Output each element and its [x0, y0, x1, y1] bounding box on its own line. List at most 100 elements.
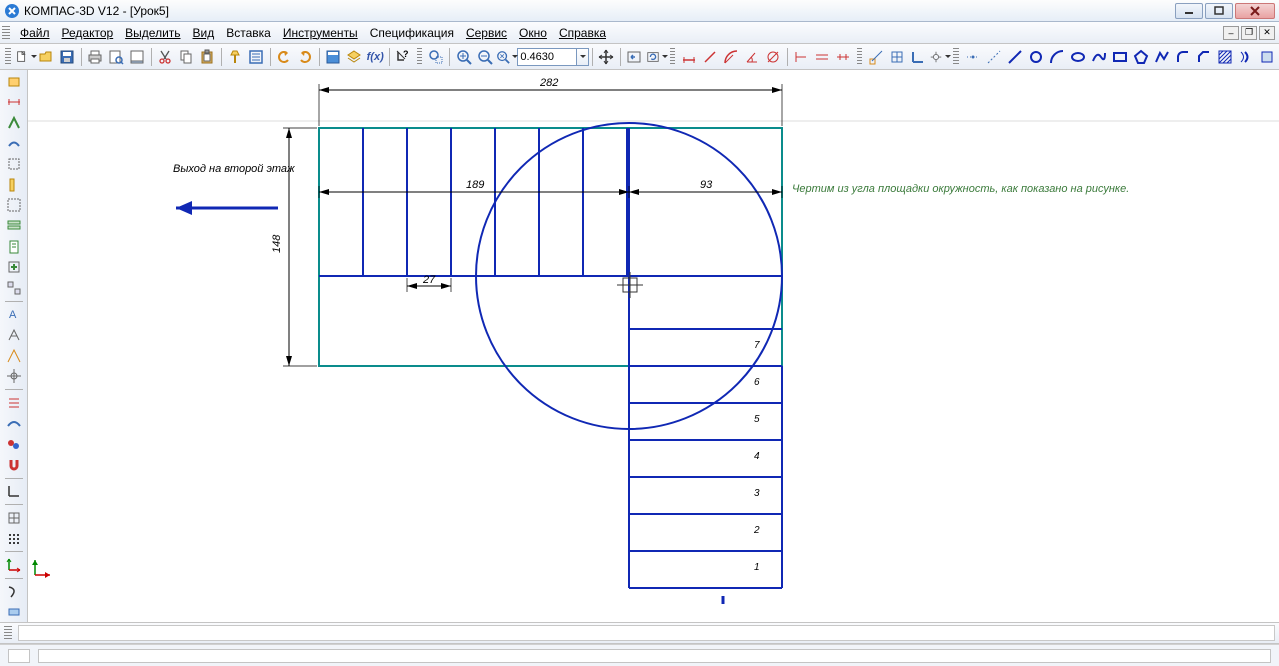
dim-baseline-button[interactable]: [812, 46, 833, 68]
dim-linear-button[interactable]: [678, 46, 699, 68]
equidistant-button[interactable]: [1235, 46, 1256, 68]
show-dims-button[interactable]: [3, 393, 25, 413]
zoom-window-button[interactable]: [425, 46, 446, 68]
menu-view[interactable]: Вид: [187, 24, 221, 42]
measure-panel-button[interactable]: [3, 175, 25, 195]
maximize-button[interactable]: [1205, 3, 1233, 19]
snap-endpoint-button[interactable]: [865, 46, 886, 68]
tool-a-button[interactable]: A: [3, 305, 25, 325]
dim-angle-button[interactable]: [742, 46, 763, 68]
contour-button[interactable]: [1256, 46, 1277, 68]
drawing-canvas[interactable]: 1 2 3 4 5 6 7 282 148: [28, 70, 1279, 622]
zoom-fit-button[interactable]: [495, 46, 517, 68]
dim-chain-button[interactable]: [833, 46, 854, 68]
copy-button[interactable]: [176, 46, 197, 68]
menu-window[interactable]: Окно: [513, 24, 553, 42]
snap-ortho-button[interactable]: [907, 46, 928, 68]
menu-help[interactable]: Справка: [553, 24, 612, 42]
menu-file[interactable]: Файл: [14, 24, 56, 42]
axis-icon[interactable]: [3, 555, 25, 575]
menu-select[interactable]: Выделить: [119, 24, 186, 42]
zoom-in-button[interactable]: [453, 46, 474, 68]
layers-button[interactable]: [344, 46, 365, 68]
tool-b-button[interactable]: [3, 325, 25, 345]
insert-panel-button[interactable]: [3, 257, 25, 277]
menu-spec[interactable]: Спецификация: [364, 24, 460, 42]
spec-panel-button[interactable]: [3, 216, 25, 236]
toolbar-grip[interactable]: [857, 48, 863, 66]
menu-service[interactable]: Сервис: [460, 24, 513, 42]
property-field[interactable]: [18, 625, 1275, 641]
menu-insert[interactable]: Вставка: [220, 24, 277, 42]
show-texture-button[interactable]: [3, 434, 25, 454]
views-panel-button[interactable]: [3, 278, 25, 298]
coord-origin-button[interactable]: [3, 482, 25, 502]
rectangle-button[interactable]: [1109, 46, 1130, 68]
zoom-out-button[interactable]: [474, 46, 495, 68]
dimensions-panel-button[interactable]: [3, 93, 25, 113]
show-curves-button[interactable]: [3, 414, 25, 434]
redo-button[interactable]: [295, 46, 316, 68]
tool-d-button[interactable]: [3, 367, 25, 387]
point-button[interactable]: [962, 46, 983, 68]
tool-c-button[interactable]: [3, 346, 25, 366]
arc-button[interactable]: [1046, 46, 1067, 68]
reports-panel-button[interactable]: [3, 237, 25, 257]
curve-tool-button[interactable]: [3, 582, 25, 602]
help-button[interactable]: ?: [393, 46, 414, 68]
fillet-button[interactable]: [1172, 46, 1193, 68]
redraw-button[interactable]: [645, 46, 667, 68]
toolbar-grip[interactable]: [2, 26, 10, 40]
geometry-panel-button[interactable]: [3, 72, 25, 92]
cut-button[interactable]: [155, 46, 176, 68]
dim-ordinate-button[interactable]: [791, 46, 812, 68]
menu-editor[interactable]: Редактор: [56, 24, 120, 42]
minimize-button[interactable]: [1175, 3, 1203, 19]
dim-diameter-button[interactable]: [763, 46, 784, 68]
dim-align-button[interactable]: [699, 46, 720, 68]
variables-button[interactable]: f(x): [365, 46, 386, 68]
toolbar-grip[interactable]: [417, 48, 423, 66]
polygon-button[interactable]: [1130, 46, 1151, 68]
extra-button[interactable]: [3, 603, 25, 622]
pan-button[interactable]: [596, 46, 617, 68]
open-button[interactable]: [36, 46, 57, 68]
magnet-button[interactable]: [3, 455, 25, 475]
aux-line-button[interactable]: [983, 46, 1004, 68]
line-button[interactable]: [1004, 46, 1025, 68]
mdi-minimize-button[interactable]: –: [1223, 26, 1239, 40]
undo-button[interactable]: [274, 46, 295, 68]
print-button[interactable]: [85, 46, 106, 68]
mdi-close-button[interactable]: ✕: [1259, 26, 1275, 40]
polyline-button[interactable]: [1151, 46, 1172, 68]
manager-button[interactable]: [323, 46, 344, 68]
paste-button[interactable]: [197, 46, 218, 68]
params-panel-button[interactable]: [3, 154, 25, 174]
format-painter-button[interactable]: [225, 46, 246, 68]
notation-panel-button[interactable]: [3, 113, 25, 133]
toolbar-grip[interactable]: [953, 48, 959, 66]
snap-settings-button[interactable]: [928, 46, 950, 68]
toolbar-grip[interactable]: [670, 48, 676, 66]
ellipse-button[interactable]: [1067, 46, 1088, 68]
properties-button[interactable]: [246, 46, 267, 68]
edit-panel-button[interactable]: [3, 134, 25, 154]
chamfer-button[interactable]: [1193, 46, 1214, 68]
grid-button[interactable]: [3, 508, 25, 528]
select-panel-button[interactable]: [3, 196, 25, 216]
zoom-input[interactable]: [517, 48, 577, 66]
zoom-previous-button[interactable]: [624, 46, 645, 68]
new-document-button[interactable]: [14, 46, 36, 68]
spline-button[interactable]: [1088, 46, 1109, 68]
circle-button[interactable]: [1025, 46, 1046, 68]
zoom-dropdown[interactable]: [577, 48, 588, 66]
close-button[interactable]: [1235, 3, 1275, 19]
menu-tools[interactable]: Инструменты: [277, 24, 364, 42]
dim-radius-button[interactable]: [721, 46, 742, 68]
plot-button[interactable]: [127, 46, 148, 68]
save-button[interactable]: [57, 46, 78, 68]
grid-dots-button[interactable]: [3, 529, 25, 549]
hatch-button[interactable]: [1214, 46, 1235, 68]
print-preview-button[interactable]: [106, 46, 127, 68]
toolbar-grip[interactable]: [5, 48, 11, 66]
